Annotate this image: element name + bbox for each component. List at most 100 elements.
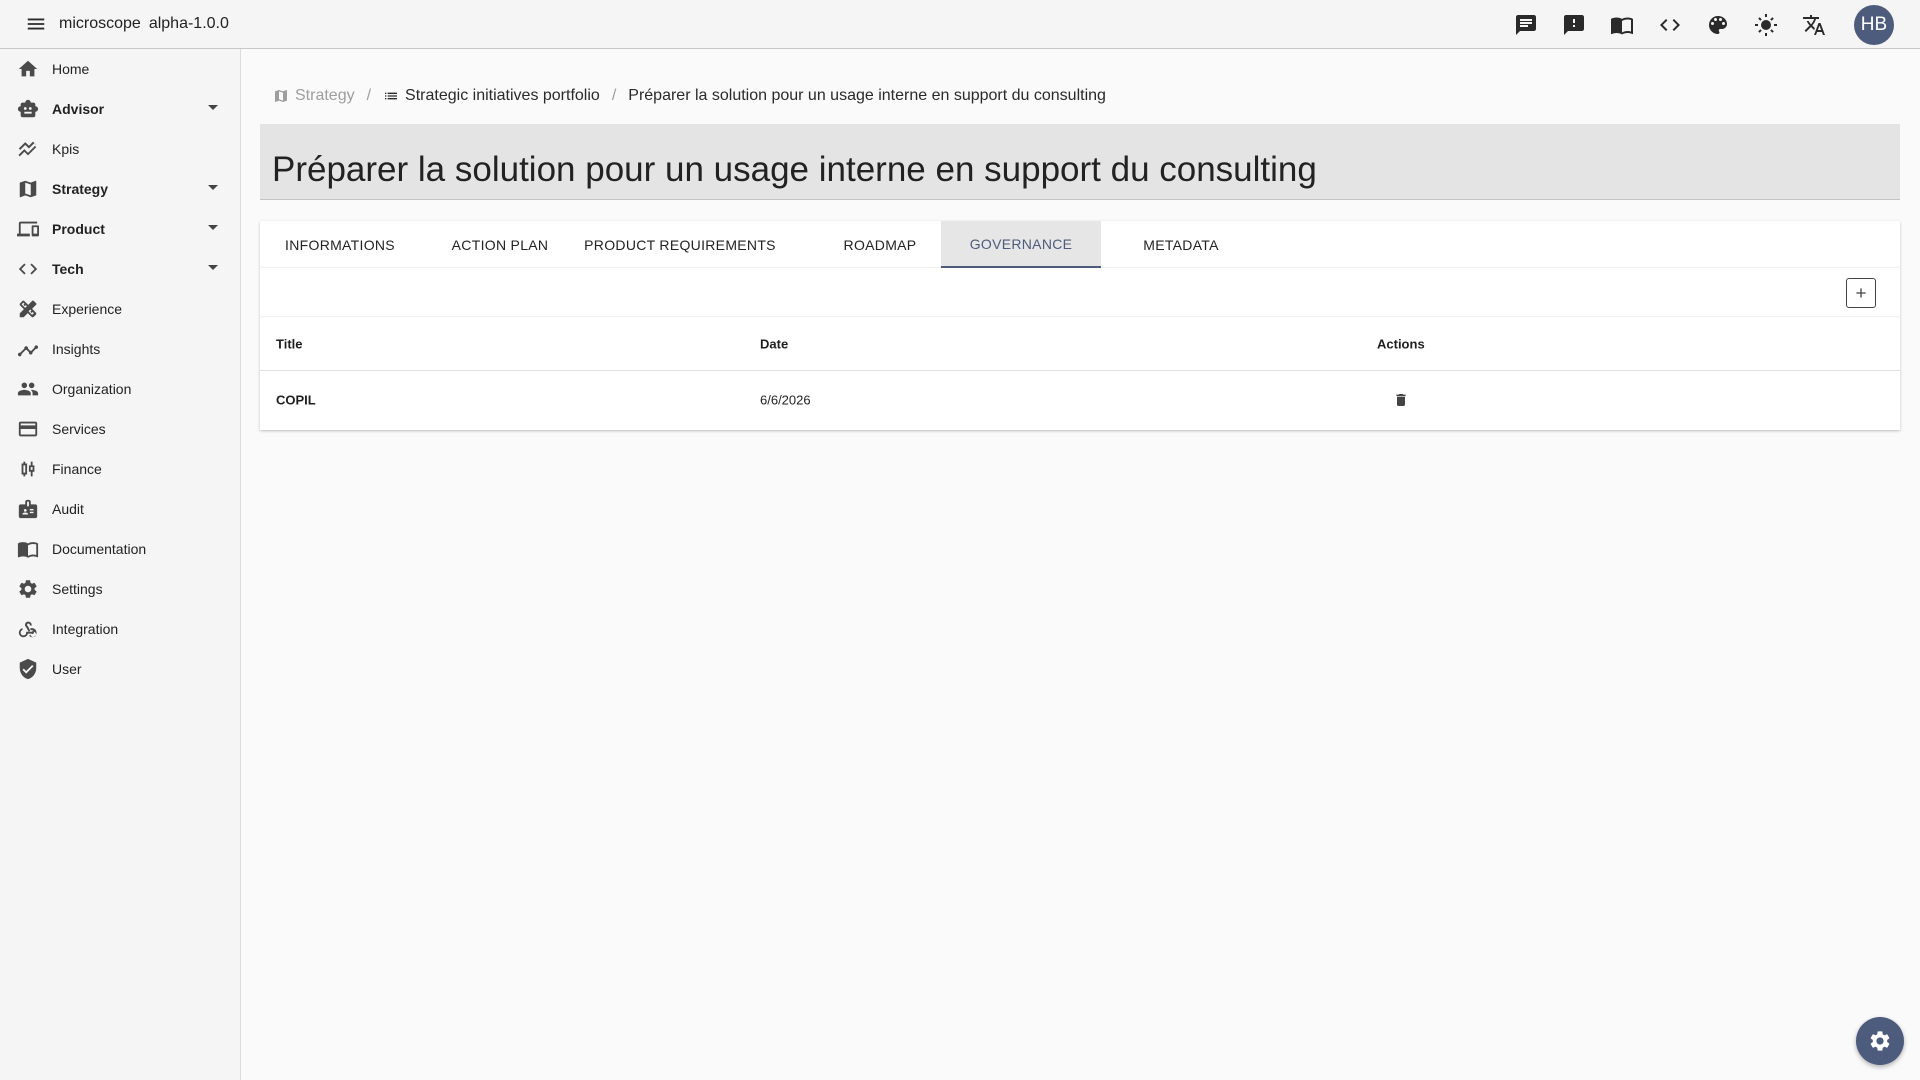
brightness-button[interactable] <box>1742 1 1790 49</box>
sidebar-item-services[interactable]: Services <box>0 409 240 449</box>
sidebar-item-organization[interactable]: Organization <box>0 369 240 409</box>
sidebar-item-integration[interactable]: Integration <box>0 609 240 649</box>
sidebar-item-user[interactable]: User <box>0 649 240 689</box>
brightness-icon <box>1755 13 1777 36</box>
sidebar-item-label: Strategy <box>52 181 109 197</box>
table-row[interactable]: COPIL 6/6/2026 <box>260 371 1900 429</box>
delete-button[interactable] <box>1389 388 1413 412</box>
sidebar: Home Advisor Kpis Strategy Product Tech … <box>0 49 241 1080</box>
theme-palette-button[interactable] <box>1694 1 1742 49</box>
page-title: Préparer la solution pour un usage inter… <box>272 150 1317 189</box>
design-tools-icon <box>16 297 40 321</box>
tab-informations[interactable]: INFORMATIONS <box>260 221 420 268</box>
chevron-down-icon[interactable] <box>208 225 218 230</box>
sidebar-item-label: Tech <box>52 261 84 277</box>
code-icon <box>16 257 40 281</box>
translate-button[interactable] <box>1790 1 1838 49</box>
app-title: microscope alpha-1.0.0 <box>59 15 229 33</box>
app-name: microscope <box>59 15 141 32</box>
breadcrumb-portfolio[interactable]: Strategic initiatives portfolio <box>383 87 600 105</box>
home-icon <box>16 57 40 81</box>
trash-icon <box>1396 394 1406 406</box>
tab-governance[interactable]: GOVERNANCE <box>941 221 1101 268</box>
list-icon <box>385 92 398 100</box>
sidebar-item-label: Settings <box>52 581 103 597</box>
candlestick-icon <box>16 457 40 481</box>
hamburger-menu-button[interactable] <box>18 6 54 42</box>
sidebar-item-insights[interactable]: Insights <box>0 329 240 369</box>
row-date: 6/6/2026 <box>760 392 811 408</box>
breadcrumb-label: Préparer la solution pour un usage inter… <box>628 87 1106 104</box>
column-header-title[interactable]: Title <box>276 336 303 351</box>
sidebar-item-label: User <box>52 661 82 677</box>
tab-product-requirements[interactable]: PRODUCT REQUIREMENTS <box>580 221 780 268</box>
sidebar-item-tech[interactable]: Tech <box>0 249 240 289</box>
breadcrumb: Strategy / Strategic initiatives portfol… <box>273 86 1106 106</box>
table-toolbar <box>260 268 1900 317</box>
sidebar-item-label: Organization <box>52 381 132 397</box>
tab-roadmap[interactable]: ROADMAP <box>800 221 960 268</box>
sidebar-item-home[interactable]: Home <box>0 49 240 89</box>
sidebar-item-kpis[interactable]: Kpis <box>0 129 240 169</box>
breadcrumb-strategy[interactable]: Strategy <box>273 87 355 105</box>
sidebar-item-audit[interactable]: Audit <box>0 489 240 529</box>
column-header-date[interactable]: Date <box>760 336 788 351</box>
sidebar-item-experience[interactable]: Experience <box>0 289 240 329</box>
row-title[interactable]: COPIL <box>276 393 316 408</box>
sidebar-item-label: Documentation <box>52 541 147 557</box>
docs-button[interactable] <box>1598 1 1646 49</box>
sidebar-item-finance[interactable]: Finance <box>0 449 240 489</box>
sidebar-item-strategy[interactable]: Strategy <box>0 169 240 209</box>
code-button[interactable] <box>1646 1 1694 49</box>
devices-icon <box>16 217 40 241</box>
breadcrumb-current: Préparer la solution pour un usage inter… <box>628 87 1106 105</box>
sidebar-item-label: Product <box>52 221 105 237</box>
card-icon <box>16 417 40 441</box>
menu-icon <box>27 18 45 30</box>
robot-icon <box>16 97 40 121</box>
tab-bar: INFORMATIONS ACTION PLAN PRODUCT REQUIRE… <box>260 221 1900 268</box>
sidebar-item-label: Integration <box>52 621 119 637</box>
gear-icon <box>1870 1031 1890 1051</box>
plus-icon <box>1856 288 1866 298</box>
map-icon <box>16 177 40 201</box>
chevron-down-icon[interactable] <box>208 185 218 190</box>
feedback-icon <box>1564 14 1584 35</box>
breadcrumb-separator: / <box>611 87 617 104</box>
add-governance-button[interactable] <box>1846 278 1876 308</box>
chevron-down-icon[interactable] <box>208 265 218 270</box>
kpi-chart-icon <box>16 137 40 161</box>
sidebar-item-label: Insights <box>52 341 101 357</box>
tab-action-plan[interactable]: ACTION PLAN <box>420 221 580 268</box>
breadcrumb-label: Strategic initiatives portfolio <box>405 87 600 104</box>
palette-icon <box>1709 15 1727 34</box>
sidebar-item-settings[interactable]: Settings <box>0 569 240 609</box>
chat-icon <box>1516 14 1536 35</box>
chevron-down-icon[interactable] <box>208 105 218 110</box>
book-icon <box>16 537 40 561</box>
page-title-band: Préparer la solution pour un usage inter… <box>260 124 1900 200</box>
sidebar-item-advisor[interactable]: Advisor <box>0 89 240 129</box>
sidebar-item-label: Services <box>52 421 106 437</box>
sidebar-item-label: Experience <box>52 301 123 317</box>
audit-badge-icon <box>16 497 40 521</box>
governance-card: INFORMATIONS ACTION PLAN PRODUCT REQUIRE… <box>260 221 1900 430</box>
tab-metadata[interactable]: METADATA <box>1101 221 1261 268</box>
settings-fab[interactable] <box>1856 1017 1904 1065</box>
map-icon <box>275 90 287 102</box>
gear-icon <box>16 577 40 601</box>
docs-book-icon <box>1611 17 1633 34</box>
sidebar-item-documentation[interactable]: Documentation <box>0 529 240 569</box>
code-icon <box>1660 18 1680 31</box>
webhook-icon <box>16 617 40 641</box>
top-app-bar: microscope alpha-1.0.0 HB <box>0 0 1920 49</box>
sidebar-item-label: Kpis <box>52 141 80 157</box>
feedback-button[interactable] <box>1550 1 1598 49</box>
sidebar-item-label: Audit <box>52 501 84 517</box>
app-version: alpha-1.0.0 <box>148 15 229 32</box>
user-avatar[interactable]: HB <box>1854 4 1894 45</box>
sidebar-item-product[interactable]: Product <box>0 209 240 249</box>
sidebar-item-label: Finance <box>52 461 102 477</box>
breadcrumb-label: Strategy <box>295 87 355 104</box>
chat-button[interactable] <box>1502 1 1550 49</box>
